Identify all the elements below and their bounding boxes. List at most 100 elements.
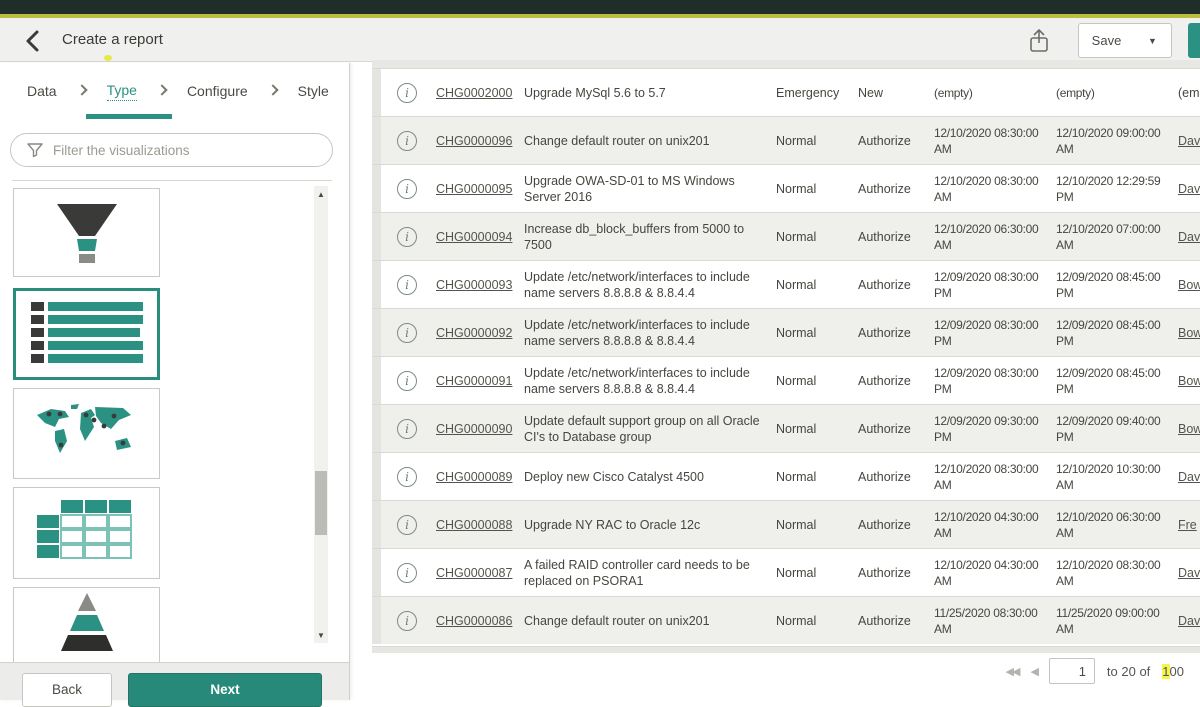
active-step-indicator [86,114,172,119]
table-row: i CHG0002000 Upgrade MySql 5.6 to 5.7 Em… [372,68,1200,116]
change-number-link[interactable]: CHG0000089 [436,470,524,484]
assigned-to-link[interactable]: Dav [1178,182,1200,196]
step-configure[interactable]: Configure [187,83,248,99]
pagination-total: 100 [1162,664,1184,679]
info-icon[interactable]: i [397,131,417,151]
short-description: Upgrade MySql 5.6 to 5.7 [524,85,776,101]
start-date: 11/25/2020 08:30:00AM [934,605,1056,637]
change-number-link[interactable]: CHG0000088 [436,518,524,532]
row-left-stub [372,117,381,164]
assigned-to-link[interactable]: Bow [1178,374,1200,388]
assigned-to-link[interactable]: Dav [1178,230,1200,244]
funnel-chart-icon [32,198,142,268]
change-number-link[interactable]: CHG0000090 [436,422,524,436]
viz-thumb-map[interactable] [13,388,160,479]
list-divider [12,180,332,181]
run-button-partial[interactable] [1188,23,1200,58]
start-date: 12/10/2020 04:30:00AM [934,509,1056,541]
table-header-partial [372,60,1200,68]
change-number-link[interactable]: CHG0000095 [436,182,524,196]
list-chart-icon [29,300,145,368]
assigned-to-link[interactable]: Bow [1178,326,1200,340]
previous-page-icon[interactable]: ◀ [1030,665,1036,678]
page-start-input[interactable] [1049,658,1095,684]
change-number-link[interactable]: CHG0000096 [436,134,524,148]
save-button[interactable]: Save [1078,23,1135,58]
assigned-to-link[interactable]: Fre [1178,518,1200,532]
table-row: i CHG0000096 Change default router on un… [372,116,1200,164]
short-description: Increase db_block_buffers from 5000 to 7… [524,221,776,253]
assigned-to-link[interactable]: (empty) [1178,86,1200,100]
info-icon[interactable]: i [397,227,417,247]
info-icon[interactable]: i [397,563,417,583]
info-icon[interactable]: i [397,467,417,487]
viz-scrollbar-thumb[interactable] [315,471,327,535]
step-type[interactable]: Type [107,82,137,101]
viz-thumb-list[interactable] [13,288,160,380]
next-button[interactable]: Next [128,673,322,707]
viz-thumb-funnel[interactable] [13,188,160,277]
change-number-link[interactable]: CHG0000092 [436,326,524,340]
caret-down-icon: ▼ [1148,36,1157,46]
step-style[interactable]: Style [298,83,329,99]
panel-footer: Back Next [0,662,349,700]
assigned-to-link[interactable]: Dav [1178,614,1200,628]
change-type: Normal [776,182,858,196]
first-page-icon[interactable]: ◀◀ [1006,665,1019,678]
table-row: i CHG0000089 Deploy new Cisco Catalyst 4… [372,452,1200,500]
info-icon[interactable]: i [397,275,417,295]
end-date: 12/10/2020 07:00:00AM [1056,221,1178,253]
assigned-to-link[interactable]: Dav [1178,134,1200,148]
short-description: Update /etc/network/interfaces to includ… [524,317,776,349]
viz-thumb-pyramid[interactable] [13,587,160,663]
short-description: Change default router on unix201 [524,613,776,629]
end-date: 12/10/2020 09:00:00AM [1056,125,1178,157]
row-left-stub [372,453,381,500]
info-icon[interactable]: i [397,371,417,391]
scroll-down-icon[interactable]: ▼ [314,629,328,643]
info-icon[interactable]: i [397,515,417,535]
start-date: 12/10/2020 04:30:00AM [934,557,1056,589]
change-type: Normal [776,566,858,580]
info-icon[interactable]: i [397,83,417,103]
save-dropdown-button[interactable]: ▼ [1134,23,1172,58]
info-icon[interactable]: i [397,179,417,199]
report-designer-panel: Data Type Configure Style [0,63,350,700]
assigned-to-link[interactable]: Bow [1178,278,1200,292]
change-number-link[interactable]: CHG0002000 [436,86,524,100]
chevron-right-icon [267,84,278,95]
wizard-breadcrumb: Data Type Configure Style [0,63,349,119]
change-number-link[interactable]: CHG0000094 [436,230,524,244]
row-left-stub [372,405,381,452]
viz-scrollbar-track[interactable] [314,186,328,643]
step-data[interactable]: Data [27,83,57,99]
table-row: i CHG0000090 Update default support grou… [372,404,1200,452]
info-icon[interactable]: i [397,419,417,439]
change-number-link[interactable]: CHG0000086 [436,614,524,628]
change-state: Authorize [858,566,934,580]
viz-thumb-table[interactable] [13,487,160,579]
start-date: 12/10/2020 08:30:00AM [934,125,1056,157]
short-description: Change default router on unix201 [524,133,776,149]
short-description: Update /etc/network/interfaces to includ… [524,269,776,301]
share-icon[interactable] [1026,27,1052,55]
top-banner [0,0,1200,14]
back-button[interactable]: Back [22,673,112,707]
change-number-link[interactable]: CHG0000091 [436,374,524,388]
assigned-to-link[interactable]: Dav [1178,470,1200,484]
filter-visualizations-input[interactable] [10,133,333,167]
change-number-link[interactable]: CHG0000087 [436,566,524,580]
row-left-stub [372,261,381,308]
row-left-stub [372,501,381,548]
assigned-to-link[interactable]: Bow [1178,422,1200,436]
end-date: (empty) [1056,85,1178,101]
assigned-to-link[interactable]: Dav [1178,566,1200,580]
back-arrow-icon[interactable] [20,28,46,54]
change-number-link[interactable]: CHG0000093 [436,278,524,292]
chevron-right-icon [156,84,167,95]
scroll-up-icon[interactable]: ▲ [314,188,328,202]
info-icon[interactable]: i [397,323,417,343]
info-icon[interactable]: i [397,611,417,631]
change-type: Normal [776,134,858,148]
change-table-body: i CHG0002000 Upgrade MySql 5.6 to 5.7 Em… [372,68,1200,644]
